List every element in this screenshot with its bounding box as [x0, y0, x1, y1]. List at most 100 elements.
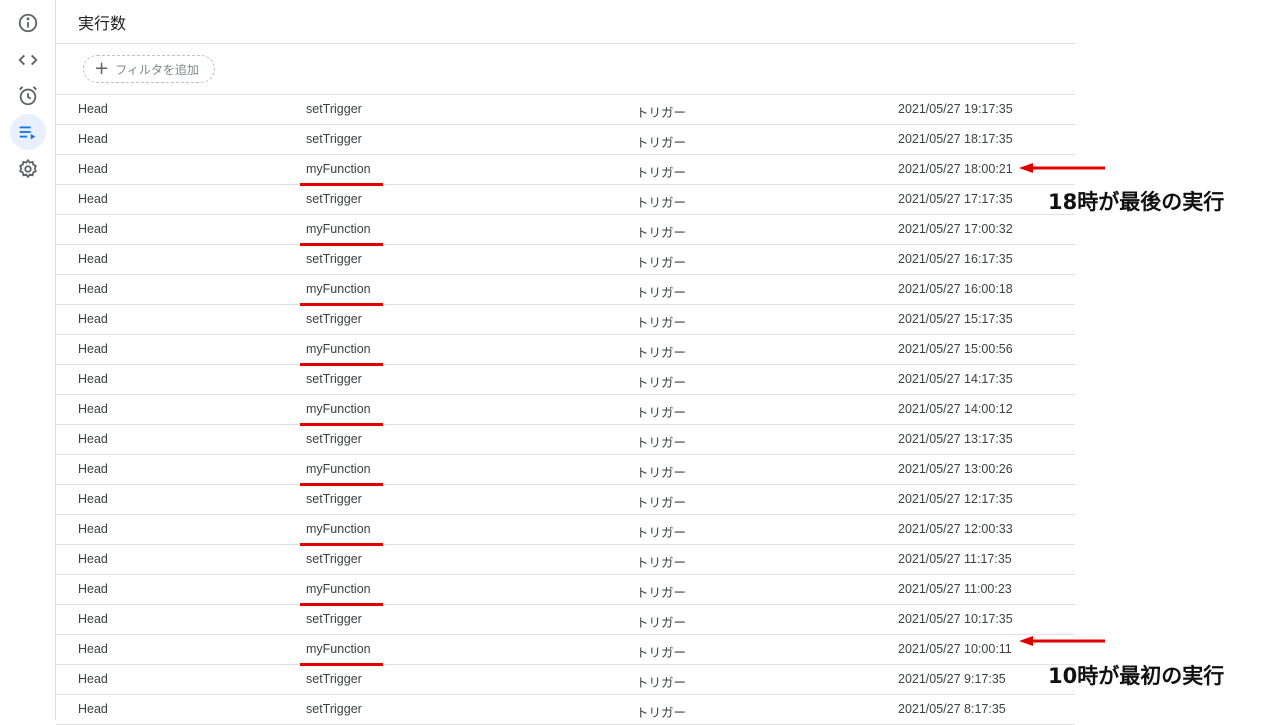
type-cell: トリガー [636, 555, 687, 570]
add-filter-button[interactable]: + フィルタを追加 [83, 55, 215, 83]
deployment-cell: Head [78, 402, 108, 416]
type-cell: トリガー [636, 435, 687, 450]
deployment-cell: Head [78, 612, 108, 626]
deployment-cell: Head [78, 552, 108, 566]
function-cell: myFunction [306, 462, 371, 476]
table-row[interactable]: Head setTrigger トリガー 2021/05/27 17:17:35 [56, 185, 1075, 215]
start-time-cell: 2021/05/27 18:00:21 [898, 162, 1013, 176]
type-cell: トリガー [636, 135, 687, 150]
start-time-cell: 2021/05/27 12:17:35 [898, 492, 1013, 506]
type-cell: トリガー [636, 645, 687, 660]
type-cell: トリガー [636, 705, 687, 720]
table-row[interactable]: Head myFunction トリガー 2021/05/27 16:00:18 [56, 275, 1075, 306]
type-cell: トリガー [636, 285, 687, 300]
function-cell: setTrigger [306, 672, 362, 686]
table-row[interactable]: Head myFunction トリガー 2021/05/27 12:00:33 [56, 515, 1075, 546]
type-cell: トリガー [636, 225, 687, 240]
table-row[interactable]: Head setTrigger トリガー 2021/05/27 10:17:35 [56, 605, 1075, 635]
function-cell: myFunction [306, 522, 371, 536]
function-cell: setTrigger [306, 552, 362, 566]
deployment-cell: Head [78, 282, 108, 296]
code-icon[interactable] [10, 42, 46, 78]
deployment-cell: Head [78, 102, 108, 116]
function-cell: setTrigger [306, 132, 362, 146]
type-cell: トリガー [636, 375, 687, 390]
start-time-cell: 2021/05/27 17:00:32 [898, 222, 1013, 236]
table-row[interactable]: Head setTrigger トリガー 2021/05/27 9:17:35 [56, 665, 1075, 695]
deployment-cell: Head [78, 582, 108, 596]
function-cell: myFunction [306, 342, 371, 356]
start-time-cell: 2021/05/27 11:00:23 [898, 582, 1012, 596]
function-cell: myFunction [306, 162, 371, 176]
type-cell: トリガー [636, 465, 687, 480]
table-row[interactable]: Head myFunction トリガー 2021/05/27 17:00:32 [56, 215, 1075, 246]
function-cell: setTrigger [306, 702, 362, 716]
annotation-last-execution: 18時が最後の実行 [1048, 190, 1225, 214]
table-row[interactable]: Head setTrigger トリガー 2021/05/27 18:17:35 [56, 125, 1075, 155]
start-time-cell: 2021/05/27 18:17:35 [898, 132, 1013, 146]
table-row[interactable]: Head myFunction トリガー 2021/05/27 10:00:11 [56, 635, 1075, 666]
table-row[interactable]: Head myFunction トリガー 2021/05/27 15:00:56 [56, 335, 1075, 366]
table-row[interactable]: Head myFunction トリガー 2021/05/27 14:00:12 [56, 395, 1075, 426]
start-time-cell: 2021/05/27 14:17:35 [898, 372, 1013, 386]
plus-icon: + [94, 58, 110, 79]
function-cell: setTrigger [306, 312, 362, 326]
table-row[interactable]: Head setTrigger トリガー 2021/05/27 19:17:35 [56, 95, 1075, 125]
page-title: 実行数 [78, 14, 127, 33]
settings-icon[interactable] [10, 151, 46, 187]
function-cell: setTrigger [306, 432, 362, 446]
executions-panel: 実行数 + フィルタを追加 Head setTrigger トリガー 2021/05/… [56, 0, 1075, 725]
deployment-cell: Head [78, 372, 108, 386]
type-cell: トリガー [636, 315, 687, 330]
deployment-cell: Head [78, 642, 108, 656]
start-time-cell: 2021/05/27 10:17:35 [898, 612, 1013, 626]
table-row[interactable]: Head setTrigger トリガー 2021/05/27 8:17:35 [56, 695, 1075, 725]
info-icon[interactable] [10, 5, 46, 41]
annotation-first-execution: 10時が最初の実行 [1048, 664, 1225, 688]
table-row[interactable]: Head setTrigger トリガー 2021/05/27 11:17:35 [56, 545, 1075, 575]
type-cell: トリガー [636, 405, 687, 420]
start-time-cell: 2021/05/27 13:00:26 [898, 462, 1013, 476]
deployment-cell: Head [78, 672, 108, 686]
function-cell: myFunction [306, 222, 371, 236]
table-row[interactable]: Head setTrigger トリガー 2021/05/27 13:17:35 [56, 425, 1075, 455]
function-cell: myFunction [306, 282, 371, 296]
deployment-cell: Head [78, 522, 108, 536]
table-row[interactable]: Head setTrigger トリガー 2021/05/27 12:17:35 [56, 485, 1075, 515]
start-time-cell: 2021/05/27 9:17:35 [898, 672, 1006, 686]
executions-table: Head setTrigger トリガー 2021/05/27 19:17:35 Hea… [56, 95, 1075, 725]
deployment-cell: Head [78, 492, 108, 506]
table-row[interactable]: Head setTrigger トリガー 2021/05/27 16:17:35 [56, 245, 1075, 275]
type-cell: トリガー [636, 675, 687, 690]
arrow-last-execution [1019, 163, 1105, 173]
function-cell: setTrigger [306, 612, 362, 626]
function-cell: setTrigger [306, 252, 362, 266]
start-time-cell: 2021/05/27 16:17:35 [898, 252, 1013, 266]
type-cell: トリガー [636, 195, 687, 210]
alarm-icon[interactable] [10, 78, 46, 114]
table-row[interactable]: Head setTrigger トリガー 2021/05/27 14:17:35 [56, 365, 1075, 395]
type-cell: トリガー [636, 255, 687, 270]
start-time-cell: 2021/05/27 12:00:33 [898, 522, 1013, 536]
function-cell: setTrigger [306, 492, 362, 506]
executions-icon[interactable] [10, 114, 46, 150]
deployment-cell: Head [78, 342, 108, 356]
table-row[interactable]: Head setTrigger トリガー 2021/05/27 15:17:35 [56, 305, 1075, 335]
start-time-cell: 2021/05/27 13:17:35 [898, 432, 1013, 446]
function-cell: setTrigger [306, 192, 362, 206]
header-divider [56, 43, 1075, 44]
table-row[interactable]: Head myFunction トリガー 2021/05/27 13:00:26 [56, 455, 1075, 486]
type-cell: トリガー [636, 525, 687, 540]
deployment-cell: Head [78, 222, 108, 236]
start-time-cell: 2021/05/27 14:00:12 [898, 402, 1013, 416]
function-cell: myFunction [306, 582, 371, 596]
deployment-cell: Head [78, 162, 108, 176]
type-cell: トリガー [636, 105, 687, 120]
start-time-cell: 2021/05/27 15:17:35 [898, 312, 1013, 326]
table-row[interactable]: Head myFunction トリガー 2021/05/27 11:00:23 [56, 575, 1075, 606]
table-row[interactable]: Head myFunction トリガー 2021/05/27 18:00:21 [56, 155, 1075, 186]
type-cell: トリガー [636, 495, 687, 510]
start-time-cell: 2021/05/27 16:00:18 [898, 282, 1013, 296]
deployment-cell: Head [78, 252, 108, 266]
add-filter-label: フィルタを追加 [115, 62, 199, 77]
